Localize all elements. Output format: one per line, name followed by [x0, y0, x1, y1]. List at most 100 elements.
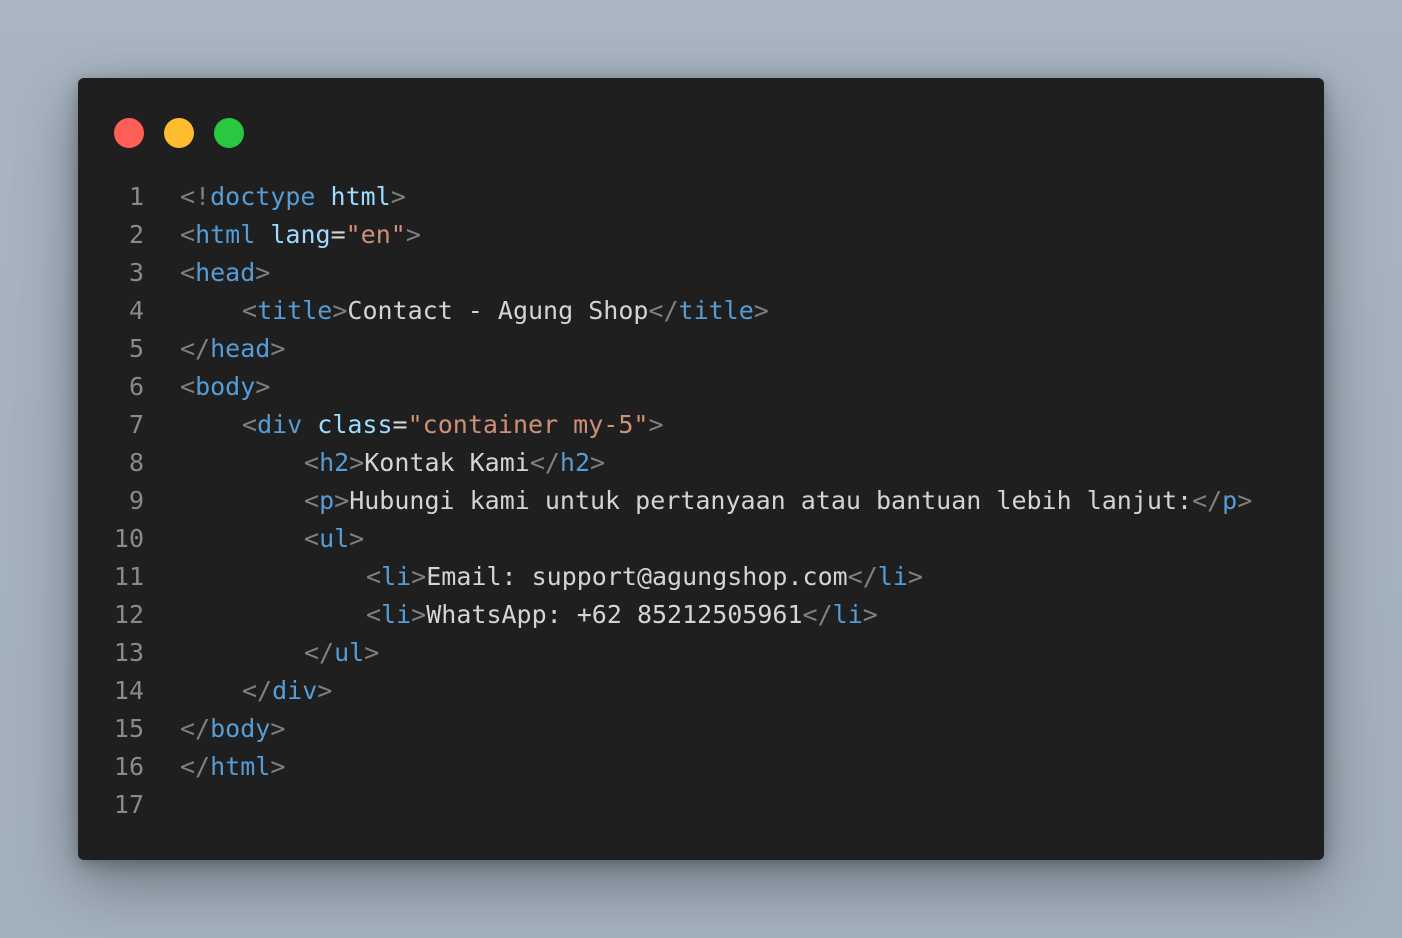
code-line: 3 <head> [78, 254, 1324, 292]
code-token-punct: > [907, 562, 923, 591]
code-line: 16 </html> [78, 748, 1324, 786]
code-token-tag: ul [334, 638, 365, 667]
code-token-punct: < [366, 600, 382, 629]
line-number: 9 [128, 486, 144, 515]
code-token-text: Email: support@agungshop.com [426, 562, 848, 591]
code-token-punct: < [366, 562, 382, 591]
code-token-punct: < [304, 448, 320, 477]
code-token-punct: <! [180, 182, 211, 211]
code-line: 9 <p>Hubungi kami untuk pertanyaan atau b… [78, 482, 1324, 520]
code-line: 10 <ul> [78, 520, 1324, 558]
code-line: 15 </body> [78, 710, 1324, 748]
code-line: 1 <!doctype html> [78, 178, 1324, 216]
line-number: 3 [128, 258, 144, 287]
code-token-punct: < [180, 372, 196, 401]
code-token-tag: li [877, 562, 908, 591]
code-token-tag: li [381, 600, 412, 629]
code-line: 17 [78, 786, 1324, 824]
code-token-attr: html [330, 182, 391, 211]
close-dot-icon[interactable] [114, 118, 144, 148]
code-token-text: Contact - Agung Shop [347, 296, 649, 325]
code-token-punct: > [648, 410, 664, 439]
code-token-punct: > [364, 638, 380, 667]
code-line: 2 <html lang="en"> [78, 216, 1324, 254]
line-number: 10 [113, 524, 144, 553]
zoom-dot-icon[interactable] [214, 118, 244, 148]
code-token-tag: html [210, 752, 271, 781]
code-token-punct: > [270, 752, 286, 781]
code-token-tag: title [257, 296, 333, 325]
code-line: 7 <div class="container my-5"> [78, 406, 1324, 444]
code-token-punct: > [405, 220, 421, 249]
line-source: <!doctype html> [180, 178, 406, 216]
code-token-punct: < [180, 220, 196, 249]
code-token-punct: </ [242, 676, 273, 705]
line-source: </ul> [180, 634, 379, 672]
line-source: </body> [180, 710, 285, 748]
code-token-tag: div [257, 410, 303, 439]
code-window: 1 <!doctype html> 2 <html lang="en"> 3 <head>… [78, 78, 1324, 860]
code-token-punct: < [180, 258, 196, 287]
line-source: </html> [180, 748, 285, 786]
code-token-tag: head [195, 258, 256, 287]
code-token-punct: > [349, 524, 365, 553]
code-token-tag: h2 [319, 448, 350, 477]
code-token-text: Kontak Kami [364, 448, 530, 477]
code-token-punct: </ [180, 334, 211, 363]
line-number: 6 [128, 372, 144, 401]
line-source: <ul> [180, 520, 364, 558]
line-number: 4 [128, 296, 144, 325]
line-number: 2 [128, 220, 144, 249]
code-token-punct: > [317, 676, 333, 705]
code-line: 5 </head> [78, 330, 1324, 368]
code-token-tag: li [381, 562, 412, 591]
code-token-tag: title [678, 296, 754, 325]
code-line: 11 <li>Email: support@agungshop.com</li> [78, 558, 1324, 596]
code-token-tag: ul [319, 524, 350, 553]
code-token-text: = [392, 410, 408, 439]
line-source: <html lang="en"> [180, 216, 421, 254]
line-number: 14 [113, 676, 144, 705]
code-token-text: = [330, 220, 346, 249]
code-token-punct: < [304, 486, 320, 515]
code-token-tag: li [832, 600, 863, 629]
code-token-punct: > [255, 372, 271, 401]
code-token-punct: </ [847, 562, 878, 591]
code-token-punct: > [349, 448, 365, 477]
line-number: 16 [113, 752, 144, 781]
line-number: 15 [113, 714, 144, 743]
code-token-punct: > [270, 714, 286, 743]
code-token-tag: html [195, 220, 256, 249]
code-token-tag: p [319, 486, 335, 515]
code-token-punct: < [242, 410, 258, 439]
line-source: <h2>Kontak Kami</h2> [180, 444, 605, 482]
code-token-tag: body [210, 714, 271, 743]
code-token-punct: </ [529, 448, 560, 477]
code-token-punct: > [255, 258, 271, 287]
code-token-tag: h2 [559, 448, 591, 477]
code-token-punct: > [270, 334, 286, 363]
code-token-attr: lang [270, 220, 331, 249]
code-token-tag: body [195, 372, 256, 401]
code-token-punct: </ [802, 600, 833, 629]
code-line: 12 <li>WhatsApp: +62 85212505961</li> [78, 596, 1324, 634]
code-token-punct: </ [180, 752, 211, 781]
line-number: 8 [128, 448, 144, 477]
line-number: 7 [128, 410, 144, 439]
code-line: 14 </div> [78, 672, 1324, 710]
line-number: 11 [113, 562, 144, 591]
code-token-punct: > [590, 448, 606, 477]
line-source: <body> [180, 368, 270, 406]
code-token-tag: div [272, 676, 318, 705]
code-token-punct: > [411, 562, 427, 591]
minimize-dot-icon[interactable] [164, 118, 194, 148]
code-token-punct: > [332, 296, 348, 325]
line-source: <li>Email: support@agungshop.com</li> [180, 558, 923, 596]
line-source: <p>Hubungi kami untuk pertanyaan atau ba… [180, 482, 1252, 520]
code-line: 13 </ul> [78, 634, 1324, 672]
code-token-tag: doctype [210, 182, 316, 211]
code-token-punct: > [753, 296, 769, 325]
code-token-punct: < [242, 296, 258, 325]
